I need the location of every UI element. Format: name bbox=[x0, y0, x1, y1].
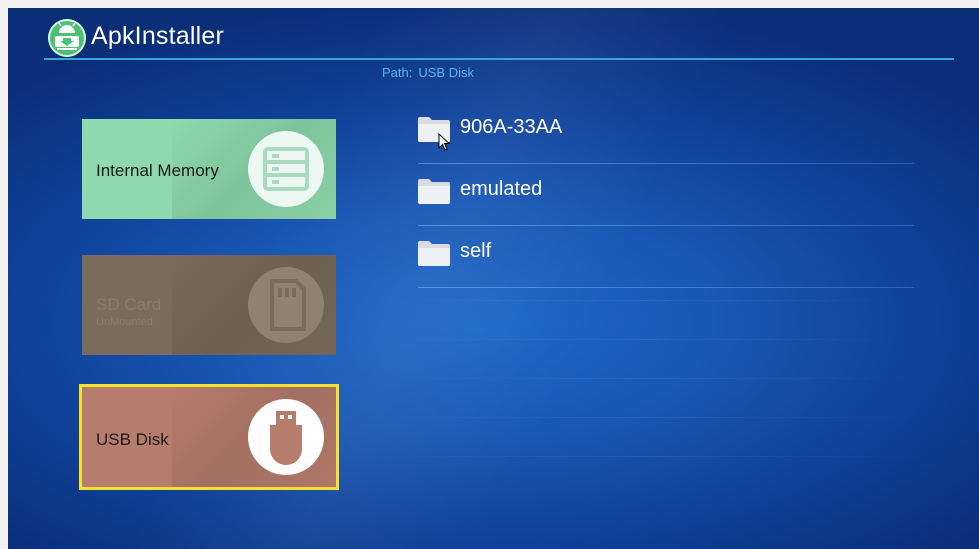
app-header: ApkInstaller Path: USB Disk bbox=[8, 8, 979, 80]
storage-card-title: SD Card bbox=[96, 295, 162, 314]
storage-card-title: Internal Memory bbox=[96, 161, 219, 180]
empty-row-line bbox=[368, 378, 928, 379]
empty-row-line bbox=[368, 300, 928, 301]
folder-icon bbox=[418, 241, 450, 266]
file-name: emulated bbox=[460, 178, 543, 200]
folder-icon bbox=[418, 179, 450, 204]
path-label: Path: bbox=[382, 65, 413, 80]
empty-row-lines bbox=[368, 300, 928, 495]
empty-row-line bbox=[368, 339, 928, 340]
storage-card-title: USB Disk bbox=[96, 430, 169, 449]
path-breadcrumb: Path: USB Disk bbox=[382, 65, 474, 80]
path-value: USB Disk bbox=[418, 65, 474, 80]
empty-row-line bbox=[368, 417, 928, 418]
storage-card-sd-card[interactable]: SD Card UnMounted bbox=[82, 255, 336, 355]
file-list: 906A-33AA emulated self bbox=[408, 102, 918, 288]
file-row-906a-33aa[interactable]: 906A-33AA bbox=[408, 102, 918, 164]
app-screen: ApkInstaller Path: USB Disk Internal Memo… bbox=[8, 8, 979, 549]
file-name: self bbox=[460, 240, 492, 262]
storage-card-usb-disk[interactable]: USB Disk bbox=[82, 387, 336, 487]
usb-disk-icon bbox=[248, 399, 324, 475]
file-name: 906A-33AA bbox=[460, 116, 563, 138]
storage-card-internal-memory[interactable]: Internal Memory bbox=[82, 119, 336, 219]
file-row-emulated[interactable]: emulated bbox=[408, 164, 918, 226]
app-title: ApkInstaller bbox=[91, 22, 225, 50]
row-divider bbox=[418, 287, 914, 288]
sd-card-icon bbox=[248, 267, 324, 343]
mouse-cursor-icon bbox=[438, 133, 451, 151]
header-divider bbox=[44, 58, 954, 60]
file-row-self[interactable]: self bbox=[408, 226, 918, 288]
storage-card-status: UnMounted bbox=[96, 316, 153, 328]
android-installer-icon bbox=[48, 19, 86, 57]
storage-server-icon bbox=[248, 131, 324, 207]
empty-row-line bbox=[368, 456, 928, 457]
